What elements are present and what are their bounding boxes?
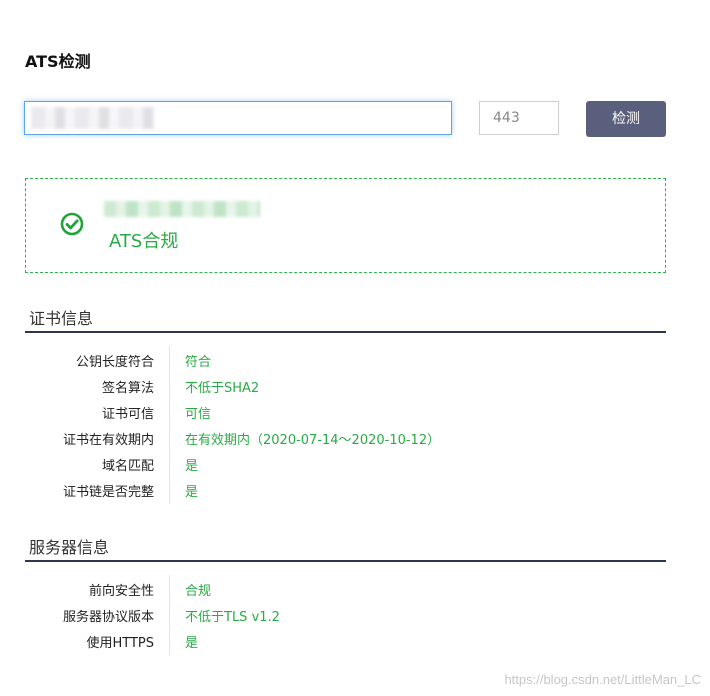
certificate-info-value: 可信 [185, 407, 212, 422]
certificate-info-row: 证书链是否完整 是 [25, 476, 666, 502]
certificate-table-divider [169, 346, 170, 504]
server-section-title: 服务器信息 [29, 538, 110, 557]
certificate-info-row: 签名算法 不低于SHA2 [25, 372, 666, 398]
certificate-info-value: 在有效期内（2020-07-14～2020-10-12） [185, 433, 441, 448]
certificate-info-label: 签名算法 [101, 381, 154, 396]
certificate-info-label: 证书链是否完整 [62, 485, 154, 500]
certificate-info-value: 不低于SHA2 [185, 381, 260, 396]
server-section-divider [25, 560, 666, 562]
certificate-info-row: 公钥长度符合 符合 [25, 346, 666, 372]
certificate-info-label: 证书在有效期内 [62, 433, 154, 448]
redacted-host-text [104, 201, 260, 217]
server-info-table: 前向安全性 合规服务器协议版本 不低于TLS v1.2 使用HTTPS 是 [25, 575, 666, 653]
server-info-label: 服务器协议版本 [62, 610, 154, 625]
check-circle-icon [60, 212, 84, 236]
watermark-text: https://blog.csdn.net/LittleMan_LC [504, 672, 701, 687]
redacted-domain-text [31, 107, 155, 129]
certificate-info-value: 符合 [185, 355, 212, 370]
server-info-row: 服务器协议版本 不低于TLS v1.2 [25, 601, 666, 627]
result-panel: ATS合规 [25, 178, 666, 273]
certificate-info-row: 证书可信 可信 [25, 398, 666, 424]
server-info-label: 前向安全性 [88, 584, 154, 599]
server-info-value: 不低于TLS v1.2 [185, 610, 280, 625]
server-info-label: 使用HTTPS [86, 636, 154, 651]
domain-input[interactable] [24, 101, 452, 135]
certificate-info-value: 是 [185, 485, 199, 500]
certificate-info-row: 证书在有效期内 在有效期内（2020-07-14～2020-10-12） [25, 424, 666, 450]
result-status-text: ATS合规 [109, 231, 179, 252]
certificate-section-title: 证书信息 [29, 309, 94, 328]
certificate-section-divider [25, 331, 666, 333]
certificate-info-label: 域名匹配 [101, 459, 154, 474]
server-info-row: 使用HTTPS 是 [25, 627, 666, 653]
certificate-info-value: 是 [185, 459, 199, 474]
page-title: ATS检测 [25, 52, 91, 71]
server-info-row: 前向安全性 合规 [25, 575, 666, 601]
certificate-info-table: 公钥长度符合 符合签名算法 不低于SHA2 证书可信 可信证书在有效期内 在有效期内（20… [25, 346, 666, 502]
certificate-info-label: 证书可信 [101, 407, 154, 422]
server-table-divider [169, 575, 170, 655]
certificate-info-label: 公钥长度符合 [75, 355, 154, 370]
server-info-value: 合规 [185, 584, 212, 599]
certificate-info-row: 域名匹配 是 [25, 450, 666, 476]
detect-button[interactable]: 检测 [586, 101, 666, 137]
port-input[interactable]: 443 [479, 101, 559, 135]
server-info-value: 是 [185, 636, 199, 651]
